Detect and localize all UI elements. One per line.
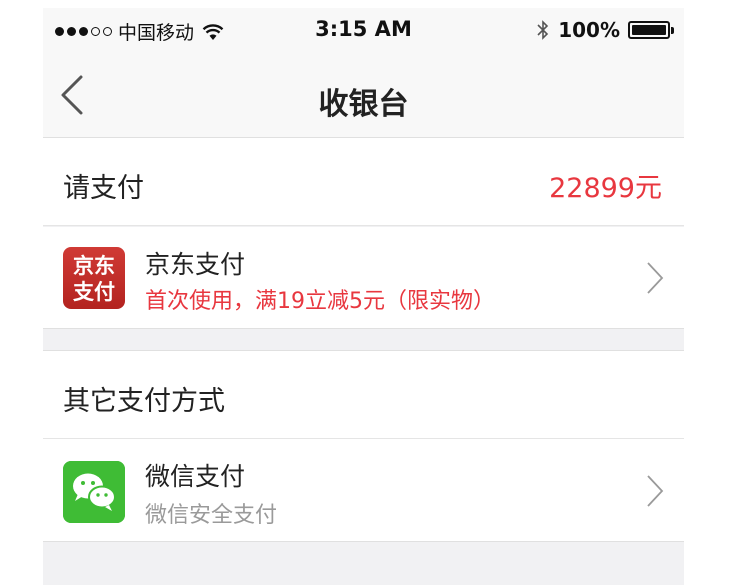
payment-due-row: 请支付 22899元 <box>43 138 684 226</box>
wechat-pay-subtitle: 微信安全支付 <box>145 503 278 528</box>
status-right: 100% <box>536 18 674 42</box>
other-methods-header: 其它支付方式 <box>43 350 684 439</box>
wechat-pay-option[interactable]: 微信支付 微信安全支付 <box>43 439 684 542</box>
chevron-right-icon <box>647 475 664 507</box>
wechat-logo-icon <box>63 461 125 523</box>
jd-pay-title: 京东支付 <box>145 250 246 279</box>
navigation-bar: 收银台 <box>43 52 684 138</box>
page-title: 收银台 <box>318 87 409 122</box>
jd-pay-promo: 首次使用，满19立减5元（限实物） <box>145 289 495 314</box>
jd-pay-option[interactable]: 京东 支付 京东支付 首次使用，满19立减5元（限实物） <box>43 227 684 329</box>
checkout-screen: 中国移动 3:15 AM 100% 收银台 请支付 22899元 京东 支付 京… <box>43 8 684 585</box>
payment-amount: 22899元 <box>549 173 662 204</box>
wechat-pay-title: 微信支付 <box>145 462 246 491</box>
battery-icon <box>628 21 670 39</box>
jd-logo-text-line1: 京东 <box>73 254 115 278</box>
chevron-right-icon <box>647 262 664 294</box>
jd-logo-text-line2: 支付 <box>73 280 115 304</box>
jd-pay-logo: 京东 支付 <box>63 247 125 309</box>
battery-percent: 100% <box>558 18 620 42</box>
status-bar: 中国移动 3:15 AM 100% <box>43 8 684 52</box>
payment-due-label: 请支付 <box>63 173 144 204</box>
bluetooth-icon <box>537 20 549 40</box>
other-methods-label: 其它支付方式 <box>63 386 225 417</box>
